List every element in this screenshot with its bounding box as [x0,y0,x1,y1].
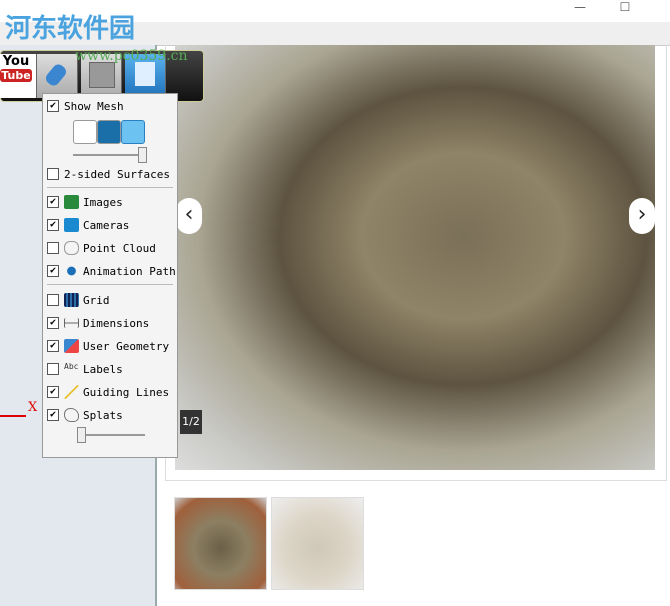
menu-item-images[interactable]: ✔ Images [47,193,123,211]
image-counter: 1/2 [180,410,202,434]
main-photo [175,45,655,470]
cube-download-icon [89,62,115,88]
maximize-button[interactable]: ☐ [610,0,640,16]
separator [47,187,173,188]
thumbnail-1[interactable] [174,497,267,590]
menu-item-labels[interactable]: Abc Labels [47,360,123,378]
watermark-logo: 河东软件园 [5,14,136,44]
thumbnail-2[interactable] [271,497,364,590]
menu-item-animation-path[interactable]: ✔ Animation Path [47,262,176,280]
menu-item-label: Animation Path [83,264,176,278]
checkbox[interactable]: ✔ [47,196,59,208]
slider-thumb[interactable] [138,147,147,163]
menu-item-cameras[interactable]: ✔ Cameras [47,216,129,234]
menu-item-2-sided-surfaces[interactable]: 2-sided Surfaces [47,165,170,183]
menu-item-user-geometry[interactable]: ✔ User Geometry [47,337,169,355]
menu-item-label: User Geometry [83,339,170,353]
menu-item-grid[interactable]: Grid [47,291,110,309]
menu-item-label: Show Mesh [64,99,124,113]
pen-icon [43,62,69,88]
checkbox[interactable]: ✔ [47,265,59,277]
dimensions-icon [64,318,79,328]
display-options-button[interactable] [37,54,78,98]
camera-icon [64,218,79,232]
labels-icon: Abc [64,362,79,371]
menu-item-label: Grid [83,293,110,307]
checkbox[interactable]: ✔ [47,409,59,421]
next-button[interactable]: › [629,198,655,234]
menu-item-splats[interactable]: ✔ Splats [47,406,123,424]
menu-item-label: Dimensions [83,316,150,330]
checkbox[interactable]: ✔ [47,100,59,112]
mesh-opacity-slider[interactable] [73,154,145,156]
wireframe-mesh-icon[interactable] [73,120,97,144]
checkbox[interactable] [47,168,59,180]
slider-thumb[interactable] [77,427,86,443]
checkbox[interactable]: ✔ [47,386,59,398]
youtube-button[interactable]: You Tube [0,54,37,98]
splats-icon [64,408,79,422]
solid-mesh-icon[interactable] [97,120,121,144]
menu-item-label: Point Cloud [83,241,156,255]
x-axis-label: X [28,400,38,415]
guiding-lines-icon [64,385,79,399]
image-icon [64,195,79,209]
menu-item-point-cloud[interactable]: Point Cloud [47,239,156,257]
x-axis-line [0,415,26,417]
point-cloud-icon [64,241,79,255]
display-options-menu: ✔ Show Mesh 2-sided Surfaces ✔ Images ✔ Cam… [42,93,178,458]
menu-item-label: Splats [83,408,123,422]
checkbox[interactable]: ✔ [47,317,59,329]
menu-item-label: 2-sided Surfaces [64,167,170,181]
document-settings-icon [135,62,155,86]
menu-item-label: Images [83,195,123,209]
menu-item-label: Guiding Lines [83,385,170,399]
prev-button[interactable]: ‹ [176,198,202,234]
checkbox[interactable]: ✔ [47,219,59,231]
animation-path-icon [64,264,79,278]
watermark-url: www.pc0359.cn [75,48,188,64]
transparent-mesh-icon[interactable] [121,120,145,144]
checkbox[interactable]: ✔ [47,340,59,352]
checkbox[interactable] [47,363,59,375]
grid-icon [64,293,79,307]
minimize-button[interactable]: — [565,0,595,16]
menu-item-label: Labels [83,362,123,376]
menu-item-dimensions[interactable]: ✔ Dimensions [47,314,149,332]
youtube-text: You [2,54,30,69]
menu-item-show-mesh[interactable]: ✔ Show Mesh [47,97,124,115]
checkbox[interactable] [47,294,59,306]
menu-item-guiding-lines[interactable]: ✔ Guiding Lines [47,383,169,401]
checkbox[interactable] [47,242,59,254]
separator [47,284,173,285]
user-geometry-icon [64,339,79,353]
menu-item-label: Cameras [83,218,130,232]
youtube-tube-text: Tube [0,69,32,82]
splats-size-slider[interactable] [77,434,145,436]
